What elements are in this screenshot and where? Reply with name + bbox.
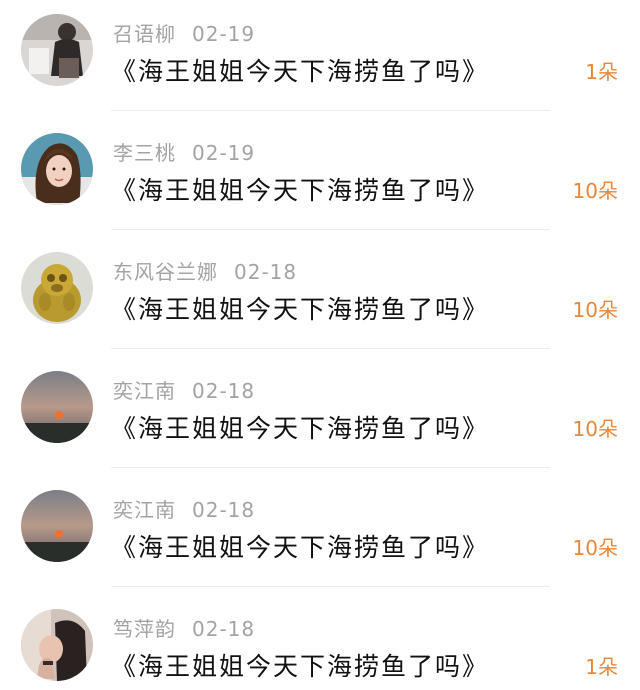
user-name[interactable]: 召语柳 (113, 22, 176, 46)
user-name[interactable]: 东风谷兰娜 (113, 260, 218, 284)
list-item[interactable]: 李三桃 02-19 《海王姐姐今天下海捞鱼了吗》 10朵 (0, 119, 640, 238)
comment-meta: 东风谷兰娜 02-18 (113, 256, 297, 285)
post-date: 02-18 (192, 617, 256, 641)
list-item[interactable]: 奕江南 02-18 《海王姐姐今天下海捞鱼了吗》 10朵 (0, 476, 640, 595)
comment-meta: 李三桃 02-19 (113, 137, 255, 166)
post-date: 02-18 (192, 498, 256, 522)
comment-meta: 召语柳 02-19 (113, 18, 255, 47)
list-item[interactable]: 笃萍韵 02-18 《海王姐姐今天下海捞鱼了吗》 1朵 (0, 595, 640, 690)
divider (111, 586, 550, 587)
book-title[interactable]: 《海王姐姐今天下海捞鱼了吗》 (111, 528, 489, 564)
comment-meta: 奕江南 02-18 (113, 494, 255, 523)
book-title[interactable]: 《海王姐姐今天下海捞鱼了吗》 (111, 647, 489, 683)
user-name[interactable]: 笃萍韵 (113, 617, 176, 641)
book-title[interactable]: 《海王姐姐今天下海捞鱼了吗》 (111, 52, 489, 88)
list-item[interactable]: 奕江南 02-18 《海王姐姐今天下海捞鱼了吗》 10朵 (0, 357, 640, 476)
post-date: 02-19 (192, 22, 256, 46)
flower-count: 1朵 (585, 60, 618, 84)
avatar[interactable] (21, 133, 93, 205)
user-name[interactable]: 奕江南 (113, 379, 176, 403)
gift-list: 召语柳 02-19 《海王姐姐今天下海捞鱼了吗》 1朵 李三桃 02-19 《海王姐… (0, 0, 640, 690)
post-date: 02-18 (234, 260, 298, 284)
comment-meta: 奕江南 02-18 (113, 375, 255, 404)
avatar[interactable] (21, 371, 93, 443)
list-item[interactable]: 召语柳 02-19 《海王姐姐今天下海捞鱼了吗》 1朵 (0, 0, 640, 119)
book-title[interactable]: 《海王姐姐今天下海捞鱼了吗》 (111, 290, 489, 326)
flower-count: 10朵 (572, 417, 618, 441)
user-name[interactable]: 奕江南 (113, 498, 176, 522)
flower-count: 10朵 (572, 298, 618, 322)
post-date: 02-19 (192, 141, 256, 165)
flower-count: 10朵 (572, 179, 618, 203)
divider (111, 110, 550, 111)
avatar[interactable] (21, 14, 93, 86)
post-date: 02-18 (192, 379, 256, 403)
flower-count: 1朵 (585, 655, 618, 679)
flower-count: 10朵 (572, 536, 618, 560)
book-title[interactable]: 《海王姐姐今天下海捞鱼了吗》 (111, 171, 489, 207)
divider (111, 348, 550, 349)
book-title[interactable]: 《海王姐姐今天下海捞鱼了吗》 (111, 409, 489, 445)
list-item[interactable]: 东风谷兰娜 02-18 《海王姐姐今天下海捞鱼了吗》 10朵 (0, 238, 640, 357)
divider (111, 467, 550, 468)
avatar[interactable] (21, 609, 93, 681)
comment-meta: 笃萍韵 02-18 (113, 613, 255, 642)
avatar[interactable] (21, 252, 93, 324)
user-name[interactable]: 李三桃 (113, 141, 176, 165)
divider (111, 229, 550, 230)
avatar[interactable] (21, 490, 93, 562)
